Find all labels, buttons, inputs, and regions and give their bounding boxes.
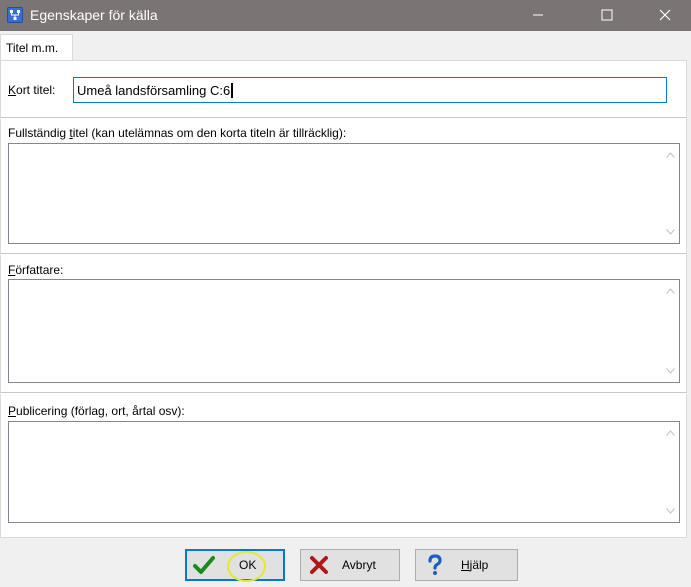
short-title-input[interactable]: Umeå landsförsamling C:6 — [73, 77, 667, 103]
help-button-label: Hjälp — [461, 558, 489, 572]
full-title-label: Fullständig titel (kan utelämnas om den … — [8, 126, 346, 140]
publishing-label: Publicering (förlag, ort, årtal osv): — [8, 404, 185, 418]
scroll-down-icon[interactable] — [666, 508, 675, 514]
cancel-button-label: Avbryt — [342, 558, 376, 572]
separator — [0, 392, 687, 394]
author-scrollbar[interactable] — [662, 280, 679, 382]
separator — [0, 117, 687, 119]
maximize-icon — [601, 9, 613, 21]
close-button[interactable] — [642, 0, 688, 31]
full-title-scrollbar[interactable] — [662, 144, 679, 243]
scroll-down-icon[interactable] — [666, 229, 675, 235]
ok-highlight-ring — [227, 551, 266, 582]
family-tree-icon — [7, 7, 23, 23]
full-title-textarea[interactable] — [8, 143, 680, 244]
short-title-label: Kort titel: — [8, 83, 56, 97]
minimize-button[interactable] — [515, 0, 561, 31]
checkmark-icon — [193, 556, 215, 574]
short-title-label-rest: ort titel: — [16, 83, 56, 97]
close-icon — [659, 9, 671, 21]
help-button[interactable]: Hjälp — [415, 549, 518, 581]
question-mark-icon — [428, 554, 442, 575]
author-label-rest: örfattare: — [15, 263, 64, 277]
separator — [0, 253, 687, 255]
scroll-up-icon[interactable] — [666, 430, 675, 436]
publishing-scrollbar[interactable] — [662, 422, 679, 522]
short-title-value: Umeå landsförsamling C:6 — [77, 83, 231, 98]
x-cross-icon — [310, 556, 328, 574]
full-title-label-text: Fullständig titel (kan utelämnas om den … — [8, 126, 347, 140]
help-button-label-rest: jälp — [469, 558, 489, 572]
author-label: Författare: — [8, 263, 64, 277]
title-bar[interactable]: Egenskaper för källa — [0, 0, 691, 31]
text-caret — [231, 83, 234, 98]
window-title: Egenskaper för källa — [30, 7, 158, 23]
minimize-icon — [533, 14, 543, 16]
publishing-label-rest: ublicering (förlag, ort, årtal osv): — [16, 404, 185, 418]
scroll-down-icon[interactable] — [666, 368, 675, 374]
scroll-up-icon[interactable] — [666, 288, 675, 294]
publishing-textarea[interactable] — [8, 421, 680, 523]
tab-strip: Titel m.m. — [0, 31, 691, 61]
cancel-button[interactable]: Avbryt — [300, 549, 400, 581]
maximize-button[interactable] — [584, 0, 630, 31]
scroll-up-icon[interactable] — [666, 152, 675, 158]
author-textarea[interactable] — [8, 279, 680, 383]
tab-title-etc[interactable]: Titel m.m. — [0, 34, 73, 61]
